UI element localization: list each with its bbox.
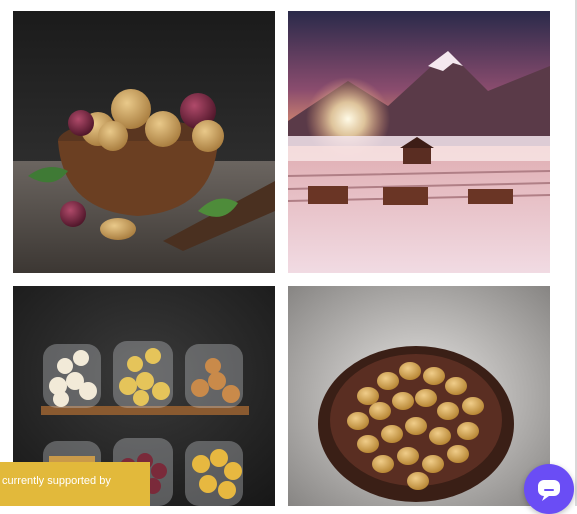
chat-bubble-icon	[538, 480, 560, 501]
support-banner[interactable]: currently supported by	[0, 462, 150, 506]
support-banner-text: currently supported by	[2, 475, 111, 487]
gallery-image-potatoes-dish[interactable]	[288, 286, 550, 506]
chat-button[interactable]	[524, 464, 574, 514]
potatoes-in-bowl-image	[13, 11, 275, 273]
gallery-image-sunset-farm[interactable]	[288, 11, 550, 273]
image-gallery	[0, 0, 577, 506]
potatoes-in-dish-image	[288, 286, 550, 506]
gallery-image-potatoes-bowl[interactable]	[13, 11, 275, 273]
sunset-mountain-farm-image	[288, 11, 550, 273]
